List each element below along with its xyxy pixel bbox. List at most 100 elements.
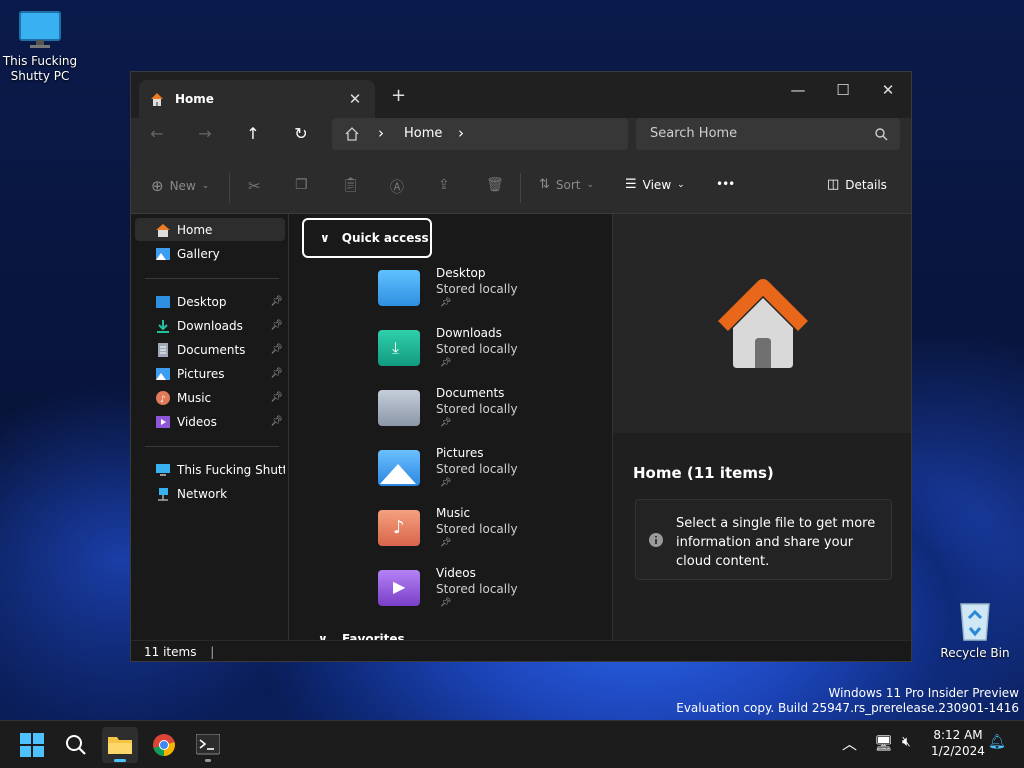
refresh-button[interactable]: ↻ <box>288 121 314 147</box>
share-icon[interactable]: ⇪ <box>438 177 450 193</box>
nav-item-desktop[interactable]: Desktop 📌︎ <box>135 290 285 313</box>
new-button[interactable]: ⊕ New ⌄ <box>151 177 209 195</box>
maximize-button[interactable]: ☐ <box>821 76 865 106</box>
nav-item-gallery[interactable]: Gallery <box>135 242 285 265</box>
sort-button[interactable]: ⇅ Sort ⌄ <box>539 177 594 192</box>
nav-item-this-pc[interactable]: This Fucking Shutty I <box>135 458 285 481</box>
nav-label: Home <box>177 222 213 237</box>
quick-item-desktop[interactable]: Desktop Stored locally 📌︎ <box>378 266 598 322</box>
sort-label: Sort <box>555 177 581 192</box>
more-options-button[interactable]: ••• <box>716 177 735 191</box>
desktop-icon <box>156 295 170 308</box>
pc-icon <box>156 463 170 476</box>
back-button[interactable]: ← <box>144 121 170 147</box>
videos-folder-icon: ▶ <box>378 570 420 606</box>
quick-item-music[interactable]: ♪ Music Stored locally 📌︎ <box>378 506 598 562</box>
taskbar-terminal[interactable] <box>190 727 226 763</box>
search-icon <box>875 128 888 141</box>
show-hidden-icons-button[interactable]: ︿ <box>842 733 857 754</box>
divider <box>520 173 521 203</box>
forward-button[interactable]: → <box>192 121 218 147</box>
nav-label: Gallery <box>177 246 220 261</box>
start-button[interactable] <box>14 727 50 763</box>
item-location: Stored locally <box>436 462 518 476</box>
taskbar-file-explorer[interactable] <box>102 727 138 763</box>
quick-item-videos[interactable]: ▶ Videos Stored locally 📌︎ <box>378 566 598 622</box>
quick-item-documents[interactable]: Documents Stored locally 📌︎ <box>378 386 598 442</box>
nav-label: Network <box>177 486 228 501</box>
nav-label: This Fucking Shutty I <box>177 462 285 477</box>
quick-access-label: Quick access <box>341 231 429 245</box>
active-indicator <box>114 759 126 762</box>
nav-item-home[interactable]: Home <box>135 218 285 241</box>
search-button[interactable] <box>58 727 94 763</box>
favorites-header[interactable]: ∨ Favorites <box>318 632 405 640</box>
file-explorer-window: Home ✕ + — ☐ ✕ ← → ↑ ↻ › Home › Search H… <box>130 71 912 662</box>
downloads-icon <box>157 319 169 333</box>
clock[interactable]: 8:12 AM 1/2/2024 <box>928 727 988 759</box>
sort-icon: ⇅ <box>539 177 550 192</box>
desktop-pc-shortcut[interactable]: This Fucking Shutty PC <box>0 10 80 84</box>
downloads-folder-icon: ⤓ <box>378 330 420 366</box>
quick-item-pictures[interactable]: Pictures Stored locally 📌︎ <box>378 446 598 502</box>
item-name: Music <box>436 506 471 520</box>
rename-icon[interactable]: Ⓐ <box>390 177 404 197</box>
taskbar: ︿ 🖥︎ 🔇︎ 8:12 AM 1/2/2024 🔔︎ <box>0 720 1024 768</box>
item-name: Desktop <box>436 266 486 280</box>
quick-item-downloads[interactable]: ⤓ Downloads Stored locally 📌︎ <box>378 326 598 382</box>
copy-icon[interactable]: ❐ <box>295 177 308 193</box>
nav-item-videos[interactable]: Videos 📌︎ <box>135 410 285 433</box>
details-button[interactable]: ◫ Details <box>827 177 887 192</box>
search-icon <box>66 735 86 755</box>
view-button[interactable]: ☰ View ⌄ <box>625 177 685 192</box>
recycle-bin-label: Recycle Bin <box>940 646 1010 660</box>
close-window-button[interactable]: ✕ <box>866 76 910 106</box>
plus-circle-icon: ⊕ <box>151 177 164 195</box>
nav-item-documents[interactable]: Documents 📌︎ <box>135 338 285 361</box>
nav-label: Downloads <box>177 318 243 333</box>
paste-icon[interactable]: 📋︎ <box>342 177 360 193</box>
pin-icon: 📌︎ <box>270 320 283 331</box>
item-name: Pictures <box>436 446 484 460</box>
item-name: Documents <box>436 386 505 400</box>
cut-icon[interactable]: ✂ <box>248 177 261 195</box>
volume-muted-icon[interactable]: 🔇︎ <box>902 734 911 750</box>
command-bar: ⊕ New ⌄ ✂ ❐ 📋︎ Ⓐ ⇪ 🗑︎ ⇅ Sort ⌄ ☰ View ⌄ … <box>131 160 911 214</box>
status-bar: 11 items | <box>131 640 911 661</box>
delete-icon[interactable]: 🗑︎ <box>486 177 504 193</box>
up-button[interactable]: ↑ <box>240 121 266 147</box>
navigation-pane: Home Gallery Desktop 📌︎ Downloads 📌︎ Doc… <box>131 214 289 640</box>
tab-close-button[interactable]: ✕ <box>345 90 365 108</box>
preview-area <box>613 214 911 433</box>
music-folder-icon: ♪ <box>378 510 420 546</box>
breadcrumb-chevron-icon[interactable]: › <box>458 124 464 142</box>
minimize-button[interactable]: — <box>776 76 820 106</box>
quick-access-header[interactable]: ∨ Quick access <box>302 218 432 258</box>
home-outline-icon <box>345 127 359 141</box>
notification-bell-icon[interactable]: 🔔︎ <box>988 734 1006 750</box>
nav-item-downloads[interactable]: Downloads 📌︎ <box>135 314 285 337</box>
network-status-icon[interactable]: 🖥︎ <box>874 734 893 752</box>
tab-home[interactable]: Home ✕ <box>139 80 375 118</box>
pin-icon: 📌︎ <box>440 598 452 608</box>
recycle-bin-shortcut[interactable]: Recycle Bin <box>935 598 1015 661</box>
clock-time: 8:12 AM <box>933 728 983 742</box>
breadcrumb[interactable]: › Home › <box>332 118 628 150</box>
taskbar-chrome[interactable] <box>146 727 182 763</box>
status-divider: | <box>210 645 215 659</box>
nav-item-network[interactable]: Network <box>135 482 285 505</box>
new-tab-button[interactable]: + <box>391 85 406 106</box>
desktop-folder-icon <box>378 270 420 306</box>
search-input[interactable]: Search Home <box>636 118 900 150</box>
chevron-down-icon: ⌄ <box>677 179 685 190</box>
info-icon <box>649 533 663 547</box>
nav-item-music[interactable]: ♪ Music 📌︎ <box>135 386 285 409</box>
nav-item-pictures[interactable]: Pictures 📌︎ <box>135 362 285 385</box>
desktop-pc-label: This Fucking Shutty PC <box>2 54 78 83</box>
breadcrumb-home[interactable]: Home <box>404 126 442 141</box>
breadcrumb-separator-icon: › <box>378 124 384 142</box>
tab-bar: Home ✕ + — ☐ ✕ <box>131 72 911 118</box>
terminal-icon <box>195 733 221 755</box>
chevron-down-icon: ∨ <box>320 231 330 245</box>
pin-icon: 📌︎ <box>270 416 283 427</box>
